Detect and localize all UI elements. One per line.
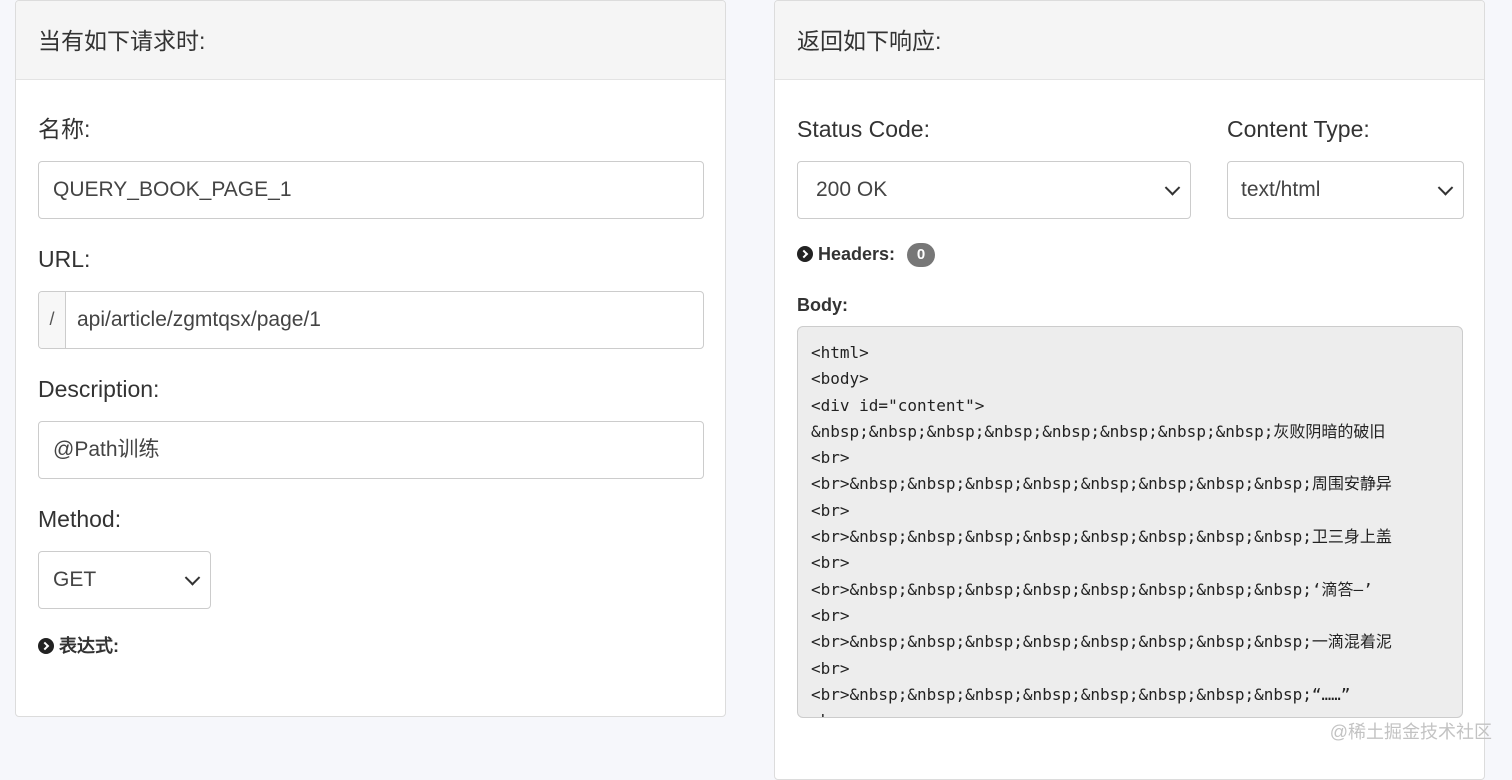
body-code-line: <br>&nbsp;&nbsp;&nbsp;&nbsp;&nbsp;&nbsp;… <box>811 632 1392 652</box>
method-value: GET <box>53 568 97 591</box>
url-value: api/article/zgmtqsx/page/1 <box>77 308 321 331</box>
body-code-line: <br> <box>811 658 850 678</box>
request-panel: 当有如下请求时: 名称: QUERY_BOOK_PAGE_1 URL: / ap… <box>15 0 726 717</box>
status-code-value: 200 OK <box>816 178 888 201</box>
content-type-select[interactable]: text/html <box>1227 161 1464 219</box>
body-code-line: <br>&nbsp;&nbsp;&nbsp;&nbsp;&nbsp;&nbsp;… <box>811 474 1392 494</box>
expression-toggle[interactable]: 表达式: <box>38 635 119 657</box>
body-code-line: <br>&nbsp;&nbsp;&nbsp;&nbsp;&nbsp;&nbsp;… <box>811 579 1373 599</box>
headers-count-badge: 0 <box>907 243 936 267</box>
url-input[interactable]: / api/article/zgmtqsx/page/1 <box>38 291 704 349</box>
method-select[interactable]: GET <box>38 551 211 609</box>
name-input[interactable]: QUERY_BOOK_PAGE_1 <box>38 161 704 219</box>
response-panel: 返回如下响应: Status Code: 200 OK Content Type… <box>774 0 1485 780</box>
chevron-right-circle-icon <box>38 638 54 654</box>
chevron-down-icon <box>1164 180 1181 196</box>
status-code-select[interactable]: 200 OK <box>797 161 1191 219</box>
body-code-line: <body> <box>811 369 869 389</box>
body-code-line: <br>&nbsp;&nbsp;&nbsp;&nbsp;&nbsp;&nbsp;… <box>811 684 1351 704</box>
chevron-right-circle-icon <box>797 246 813 262</box>
status-code-label: Status Code: <box>797 116 930 142</box>
body-code-line: <br> <box>811 553 850 573</box>
description-label: Description: <box>38 376 160 402</box>
url-prefix-addon: / <box>39 292 66 348</box>
method-label: Method: <box>38 506 122 532</box>
headers-toggle[interactable]: Headers: 0 <box>797 241 936 267</box>
content-type-label: Content Type: <box>1227 116 1370 142</box>
body-code-line: &nbsp;&nbsp;&nbsp;&nbsp;&nbsp;&nbsp;&nbs… <box>811 421 1386 441</box>
url-label: URL: <box>38 246 91 272</box>
body-label: Body: <box>797 295 848 315</box>
chevron-down-icon <box>184 570 201 586</box>
request-panel-header: 当有如下请求时: <box>16 1 725 80</box>
content-type-value: text/html <box>1241 178 1321 201</box>
chevron-down-icon <box>1437 180 1454 196</box>
description-input[interactable]: @Path训练 <box>38 421 704 479</box>
body-code-line: <br> <box>811 708 1462 717</box>
body-code-line: <div id="content"> <box>811 395 985 415</box>
body-textarea[interactable]: <html> <body> <div id="content"> &nbsp;&nbs… <box>797 326 1463 718</box>
headers-label: Headers: <box>818 244 896 264</box>
name-label: 名称: <box>38 116 91 142</box>
body-code-line: <br> <box>811 605 850 625</box>
body-code-line: <br>&nbsp;&nbsp;&nbsp;&nbsp;&nbsp;&nbsp;… <box>811 527 1392 547</box>
response-panel-header: 返回如下响应: <box>775 1 1484 80</box>
body-code-line: <br> <box>811 500 850 520</box>
watermark: @稀土掘金技术社区 <box>1329 722 1492 742</box>
expression-label: 表达式: <box>59 636 119 656</box>
body-code-line: <br> <box>811 448 850 468</box>
body-code-line: <html> <box>811 343 869 362</box>
